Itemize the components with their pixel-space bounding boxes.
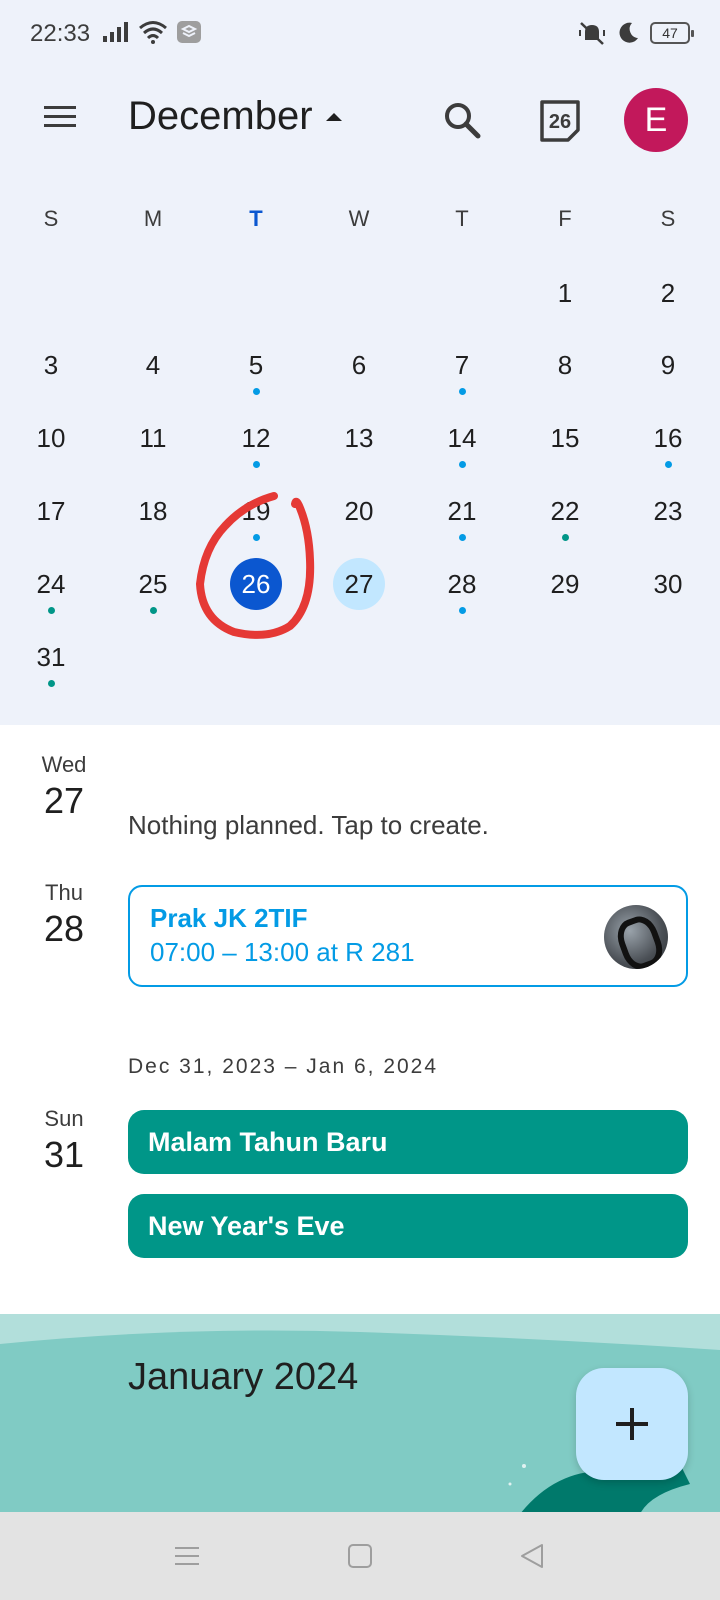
day-cell-17[interactable]: 17 [21, 481, 81, 541]
day-cell-2[interactable]: 2 [638, 263, 698, 323]
event-dot [47, 680, 55, 687]
weekday-header: SMTWTFS [0, 206, 720, 242]
day-cell-15[interactable]: 15 [535, 408, 595, 468]
day-cell-28[interactable]: 28 [432, 554, 492, 614]
event-dot [252, 388, 260, 395]
weekday-label: W [348, 206, 370, 231]
agenda-date: Thu 28 [26, 880, 102, 950]
day-cell-21[interactable]: 21 [432, 481, 492, 541]
event-time-location: 07:00 – 13:00 at R 281 [150, 937, 415, 967]
day-cell-27[interactable]: 27 [333, 558, 385, 610]
battery-icon: 47 [650, 22, 694, 44]
today-button[interactable]: 26 [536, 96, 584, 144]
system-navigation-bar [0, 1512, 720, 1600]
search-button[interactable] [438, 96, 486, 144]
home-square-icon [348, 1544, 372, 1568]
event-ring-image [604, 905, 668, 969]
day-cell-8[interactable]: 8 [535, 335, 595, 395]
recents-menu-icon [175, 1547, 199, 1565]
app-bar: December 26 E [0, 80, 720, 160]
calendar-today-icon: 26 [540, 100, 580, 142]
status-icons-left [102, 20, 202, 44]
event-dot [458, 534, 466, 541]
weekday-label: S [660, 206, 676, 231]
red-annotation-circle [196, 492, 315, 639]
week-range-label: Dec 31, 2023 – Jan 6, 2024 [128, 1055, 439, 1078]
weekday-label: F [558, 206, 572, 231]
event-dot [47, 607, 55, 614]
menu-button[interactable] [40, 100, 88, 140]
agenda-dow: Thu [45, 880, 83, 905]
event-title: Prak JK 2TIF [150, 903, 308, 933]
back-triangle-icon [521, 1544, 543, 1568]
nothing-planned-text[interactable]: Nothing planned. Tap to create. [128, 810, 489, 841]
weekday-label: T [455, 206, 469, 231]
weekday-label: S [43, 206, 59, 231]
day-cell-12[interactable]: 12 [226, 408, 286, 468]
day-cell-14[interactable]: 14 [432, 408, 492, 468]
month-selector[interactable]: December [128, 94, 343, 139]
day-cell-24[interactable]: 24 [21, 554, 81, 614]
agenda-date: Wed 27 [26, 752, 102, 822]
app-notification-icon [177, 21, 201, 43]
day-cell-25[interactable]: 25 [123, 554, 183, 614]
agenda-dow: Wed [41, 752, 87, 777]
day-cell-9[interactable]: 9 [638, 335, 698, 395]
day-cell-11[interactable]: 11 [123, 408, 183, 468]
event-dot [458, 607, 466, 614]
event-dot [458, 461, 466, 468]
day-cell-4[interactable]: 4 [123, 335, 183, 395]
event-dot [561, 534, 569, 541]
month-title: December [128, 94, 313, 138]
account-avatar[interactable]: E [624, 88, 688, 152]
wifi-icon [139, 21, 167, 44]
agenda-day-number: 28 [43, 908, 85, 949]
day-cell-16[interactable]: 16 [638, 408, 698, 468]
vibrate-off-icon [579, 22, 605, 45]
do-not-disturb-moon-icon [619, 22, 638, 43]
status-time: 22:33 [30, 20, 91, 47]
agenda-dow: Sun [44, 1106, 84, 1131]
day-cell-22[interactable]: 22 [535, 481, 595, 541]
signal-icon [103, 22, 128, 42]
event-dot [664, 461, 672, 468]
event-dot [252, 461, 260, 468]
day-cell-6[interactable]: 6 [329, 335, 389, 395]
day-cell-18[interactable]: 18 [123, 481, 183, 541]
hamburger-menu-icon [44, 106, 76, 127]
event-dot [149, 607, 157, 614]
day-cell-20[interactable]: 20 [329, 481, 389, 541]
day-cell-23[interactable]: 23 [638, 481, 698, 541]
event-dot [458, 388, 466, 395]
day-cell-29[interactable]: 29 [535, 554, 595, 614]
back-button[interactable] [512, 1536, 552, 1576]
day-cell-10[interactable]: 10 [21, 408, 81, 468]
create-event-button[interactable] [576, 1368, 688, 1480]
event-new-years-eve[interactable]: New Year's Eve [128, 1194, 688, 1258]
agenda-day-number: 27 [43, 780, 85, 821]
status-icons-right: 47 [578, 20, 694, 46]
day-cell-5[interactable]: 5 [226, 335, 286, 395]
recents-button[interactable] [167, 1536, 207, 1576]
day-cell-31[interactable]: 31 [21, 627, 81, 687]
status-bar: 22:33 47 [0, 0, 720, 72]
day-cell-7[interactable]: 7 [432, 335, 492, 395]
home-button[interactable] [340, 1536, 380, 1576]
agenda-date: Sun 31 [26, 1106, 102, 1176]
wave-decoration [0, 1314, 720, 1354]
month-banner-title: January 2024 [128, 1356, 359, 1398]
weekday-label: M [143, 206, 163, 231]
day-cell-3[interactable]: 3 [21, 335, 81, 395]
weekday-label: T [249, 206, 263, 231]
search-icon [445, 103, 481, 139]
caret-up-icon [325, 112, 342, 121]
day-cell-1[interactable]: 1 [535, 263, 595, 323]
agenda-day-number: 31 [43, 1134, 85, 1175]
plus-icon [616, 1408, 648, 1440]
day-cell-30[interactable]: 30 [638, 554, 698, 614]
event-card-prak-jk[interactable]: Prak JK 2TIF 07:00 – 13:00 at R 281 [128, 885, 688, 987]
today-icon-number: 26 [549, 111, 571, 133]
event-malam-tahun-baru[interactable]: Malam Tahun Baru [128, 1110, 688, 1174]
day-cell-13[interactable]: 13 [329, 408, 389, 468]
